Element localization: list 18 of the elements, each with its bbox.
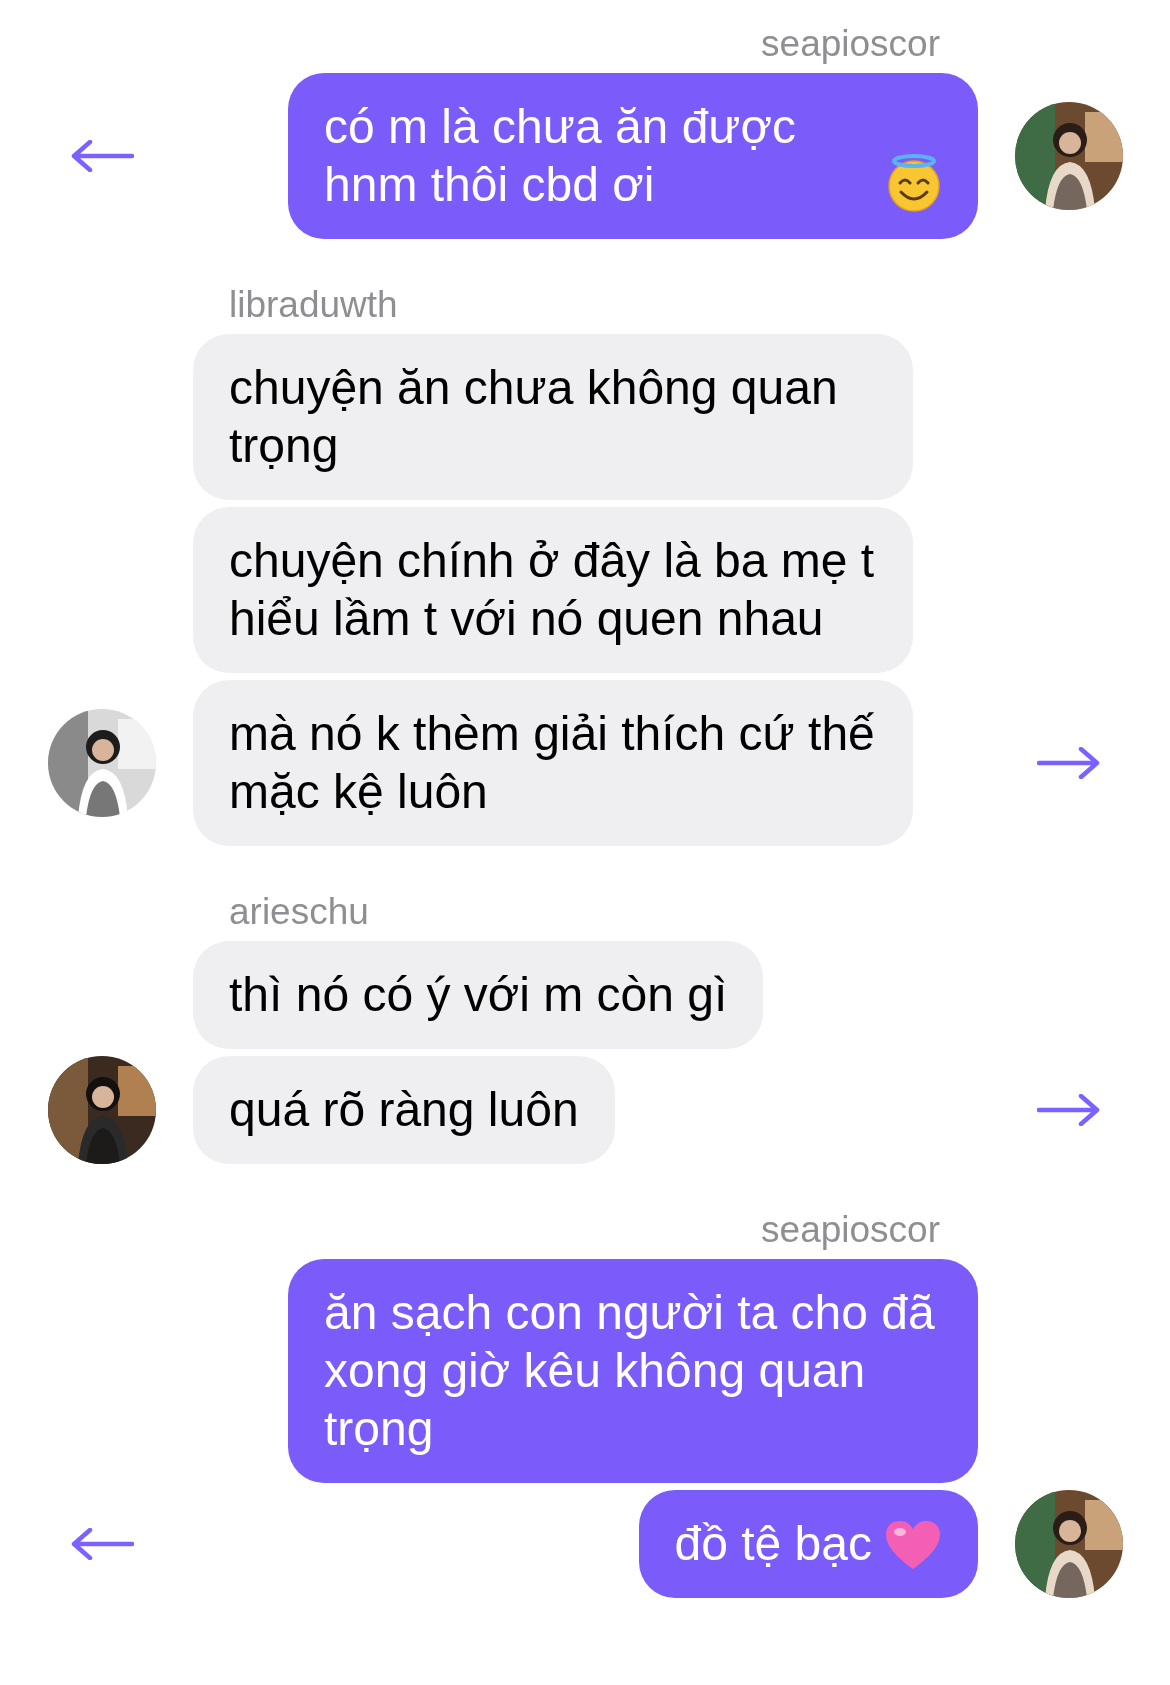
sender-name: arieschu (229, 890, 369, 934)
sender-name: seapioscor (761, 1208, 940, 1252)
message-text: chuyện ăn chưa không quan trọng (229, 360, 839, 474)
halo-smiley-icon (886, 154, 942, 212)
message-text: có m là chưa ăn được hnm thôi cbd ơi (324, 99, 797, 213)
heart-icon (884, 1519, 942, 1571)
sender-name: libraduwth (229, 283, 398, 327)
message-text: thì nó có ý với m còn gì (229, 967, 728, 1023)
message-text: quá rõ ràng luôn (229, 1082, 579, 1138)
left-arrow-icon[interactable] (70, 140, 134, 172)
message-text: ăn sạch con người ta cho đã xong giờ kêu không quan trọng (324, 1285, 936, 1457)
left-arrow-icon[interactable] (70, 1528, 134, 1560)
right-arrow-icon[interactable] (1037, 1094, 1101, 1126)
sender-name: seapioscor (761, 22, 940, 66)
message-text: mà nó k thèm giải thích cứ thế mặc kệ luôn (229, 706, 876, 820)
right-arrow-icon[interactable] (1037, 747, 1101, 779)
message-text: đồ tệ bạc (674, 1516, 872, 1572)
message-text: chuyện chính ở đây là ba mẹ t hiểu lầm t với nó quen nhau (229, 533, 876, 647)
